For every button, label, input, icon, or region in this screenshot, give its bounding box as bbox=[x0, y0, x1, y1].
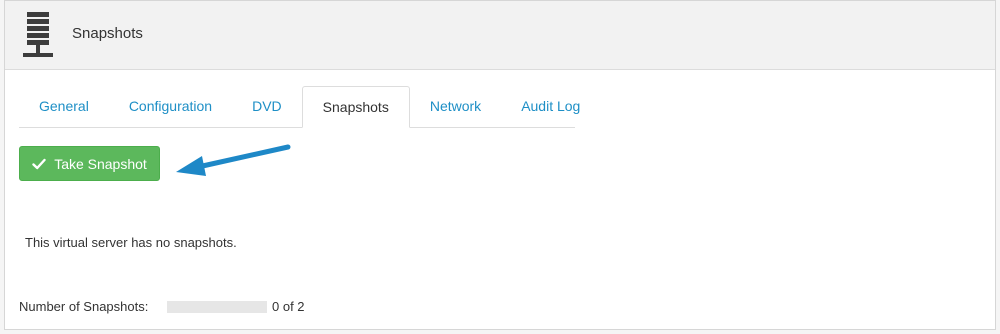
annotation-arrow bbox=[176, 144, 291, 176]
take-snapshot-button[interactable]: Take Snapshot bbox=[19, 146, 160, 181]
snapshots-panel: Snapshots General Configuration DVD Snap… bbox=[4, 0, 996, 330]
server-icon bbox=[23, 12, 53, 57]
tab-configuration[interactable]: Configuration bbox=[109, 86, 232, 127]
tab-dvd[interactable]: DVD bbox=[232, 86, 302, 127]
snapshot-count-value: 0 of 2 bbox=[272, 299, 305, 314]
snapshot-count-label: Number of Snapshots: bbox=[19, 299, 149, 314]
take-snapshot-label: Take Snapshot bbox=[54, 155, 147, 172]
tab-bar: General Configuration DVD Snapshots Netw… bbox=[19, 85, 580, 128]
empty-state-message: This virtual server has no snapshots. bbox=[25, 235, 237, 250]
snapshot-usage-bar bbox=[167, 301, 267, 313]
panel-header: Snapshots bbox=[5, 1, 995, 70]
tab-audit-log[interactable]: Audit Log bbox=[501, 86, 600, 127]
page-title: Snapshots bbox=[72, 25, 143, 42]
tab-network[interactable]: Network bbox=[410, 86, 501, 127]
check-icon bbox=[32, 158, 46, 169]
tab-general[interactable]: General bbox=[19, 86, 109, 127]
tab-snapshots[interactable]: Snapshots bbox=[301, 86, 410, 128]
